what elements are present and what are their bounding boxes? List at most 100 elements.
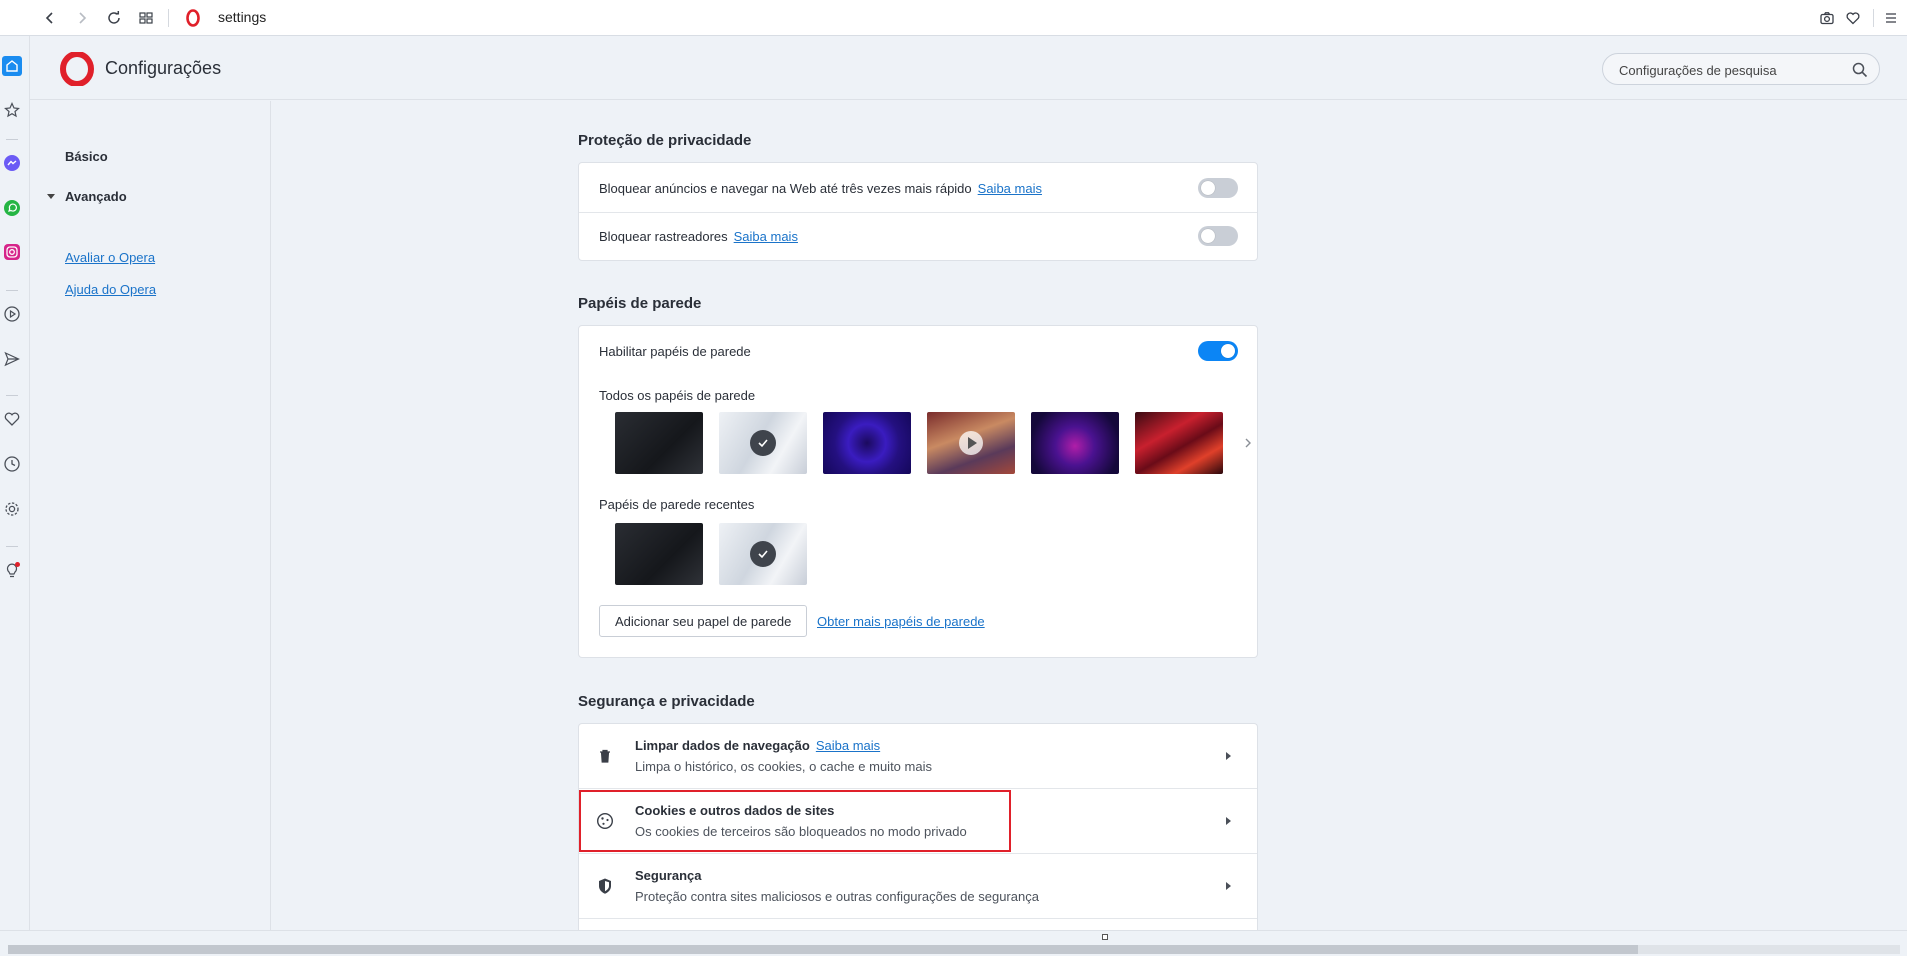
heart-icon [4, 412, 20, 426]
reload-button[interactable] [102, 6, 126, 30]
easy-setup-button[interactable] [1879, 6, 1903, 30]
sidebar-divider [6, 139, 18, 140]
sidebar-flow-button[interactable] [2, 349, 22, 369]
security-settings-title: Segurança [635, 868, 702, 883]
block-ads-row: Bloquear anúncios e navegar na Web até t… [599, 181, 1042, 196]
more-wallpapers-link[interactable]: Obter mais papéis de parede [817, 614, 985, 629]
camera-icon [1820, 12, 1834, 25]
block-ads-learn-more-link[interactable]: Saiba mais [978, 181, 1042, 196]
arrow-right-icon [1226, 882, 1231, 890]
chevron-right-icon [1245, 438, 1251, 448]
bookmark-heart-button[interactable] [1841, 6, 1865, 30]
home-icon [6, 60, 18, 72]
nav-item-advanced[interactable]: Avançado [65, 189, 127, 204]
nav-item-basic[interactable]: Básico [65, 149, 108, 164]
page-title: Configurações [105, 58, 222, 78]
sidebar-speed-dial-button[interactable] [2, 100, 22, 120]
row-divider [579, 918, 1257, 919]
instagram-icon [4, 244, 20, 260]
block-trackers-toggle[interactable] [1198, 226, 1238, 246]
wallpaper-thumb-light-selected[interactable] [719, 412, 807, 474]
forward-button[interactable] [70, 6, 94, 30]
reload-icon [108, 11, 120, 24]
opera-logo-icon [186, 9, 200, 27]
wallpaper-thumb-purple-tunnel[interactable] [823, 412, 911, 474]
wallpapers-next-button[interactable] [1241, 436, 1255, 450]
row-divider [579, 212, 1257, 213]
recent-wallpaper-thumb-light-selected[interactable] [719, 523, 807, 585]
block-trackers-row: Bloquear rastreadores Saiba mais [599, 229, 798, 244]
tabs-grid-button[interactable] [134, 6, 158, 30]
sidebar-player-button[interactable] [2, 304, 22, 324]
wallpapers-section-title: Papéis de parede [578, 295, 702, 312]
sidebar-tips-button[interactable] [2, 560, 22, 580]
clear-browsing-data-row[interactable]: Limpar dados de navegação Saiba mais Limp… [579, 724, 1257, 789]
resize-handle[interactable] [1102, 934, 1108, 940]
address-bar-url[interactable]: settings [218, 9, 266, 25]
back-icon [45, 12, 53, 24]
sidebar-divider [6, 395, 18, 396]
sidebar-divider [6, 290, 18, 291]
heart-icon [1846, 12, 1860, 25]
arrow-right-icon [1226, 817, 1231, 825]
sidebar-divider [6, 546, 18, 547]
clear-browsing-data-subtitle: Limpa o histórico, os cookies, o cache e… [635, 759, 932, 774]
clear-browsing-data-learn-more-link[interactable]: Saiba mais [816, 738, 880, 753]
wallpaper-thumb-neon[interactable] [1031, 412, 1119, 474]
toolbar-divider [168, 9, 169, 27]
menu-lines-icon [1886, 13, 1896, 23]
recent-wallpaper-thumb-dark[interactable] [615, 523, 703, 585]
check-icon [750, 430, 776, 456]
search-icon[interactable] [1851, 61, 1869, 79]
sidebar-home-button[interactable] [2, 56, 22, 76]
browser-toolbar: settings [0, 0, 1907, 36]
help-opera-link[interactable]: Ajuda do Opera [65, 282, 156, 297]
opera-logo-icon [60, 52, 94, 86]
cookies-highlight-box [579, 790, 1011, 852]
play-icon [959, 431, 983, 455]
sidebar-bookmarks-button[interactable] [2, 409, 22, 429]
opera-sidebar [0, 36, 30, 930]
sidebar-whatsapp-button[interactable] [2, 198, 22, 218]
block-trackers-label: Bloquear rastreadores [599, 229, 728, 244]
privacy-card: Bloquear anúncios e navegar na Web até t… [578, 162, 1258, 261]
wallpaper-thumb-animated[interactable] [927, 412, 1015, 474]
add-wallpaper-button[interactable]: Adicionar seu papel de parede [599, 605, 808, 637]
back-button[interactable] [38, 6, 62, 30]
privacy-section-title: Proteção de privacidade [578, 132, 752, 149]
shield-icon [595, 876, 615, 896]
rate-opera-link[interactable]: Avaliar o Opera [65, 250, 155, 265]
messenger-icon [4, 155, 20, 171]
enable-wallpapers-toggle[interactable] [1198, 341, 1238, 361]
whatsapp-icon [4, 200, 20, 216]
chevron-down-icon[interactable] [47, 194, 55, 199]
clear-browsing-data-title: Limpar dados de navegação [635, 738, 810, 753]
wallpapers-card: Habilitar papéis de parede Todos os papé… [578, 325, 1258, 658]
sidebar-history-button[interactable] [2, 454, 22, 474]
snapshot-button[interactable] [1815, 6, 1839, 30]
wallpaper-thumb-red-waves[interactable] [1135, 412, 1223, 474]
horizontal-scrollbar[interactable] [0, 930, 1907, 956]
block-ads-toggle[interactable] [1198, 178, 1238, 198]
settings-nav: Básico Avançado Avaliar o Opera Ajuda do… [30, 101, 271, 930]
grid-icon [139, 12, 153, 24]
sidebar-settings-button[interactable] [2, 499, 22, 519]
arrow-right-icon [1226, 752, 1231, 760]
star-icon [4, 102, 20, 118]
wallpaper-thumb-dark[interactable] [615, 412, 703, 474]
sidebar-messenger-button[interactable] [2, 153, 22, 173]
settings-header: Configurações [30, 37, 1907, 100]
recent-wallpapers-label: Papéis de parede recentes [599, 497, 755, 512]
lightbulb-icon [6, 562, 20, 578]
security-settings-row[interactable]: Segurança Proteção contra sites malicios… [579, 854, 1257, 919]
send-icon [4, 351, 20, 367]
gear-icon [5, 502, 19, 516]
search-input[interactable] [1619, 60, 1839, 80]
scrollbar-thumb[interactable] [8, 945, 1638, 954]
settings-search[interactable] [1602, 53, 1880, 85]
clock-icon [4, 456, 20, 472]
enable-wallpapers-label: Habilitar papéis de parede [599, 344, 751, 359]
block-trackers-learn-more-link[interactable]: Saiba mais [734, 229, 798, 244]
sidebar-instagram-button[interactable] [2, 242, 22, 262]
clear-browsing-data-title-row: Limpar dados de navegação Saiba mais [635, 738, 880, 753]
